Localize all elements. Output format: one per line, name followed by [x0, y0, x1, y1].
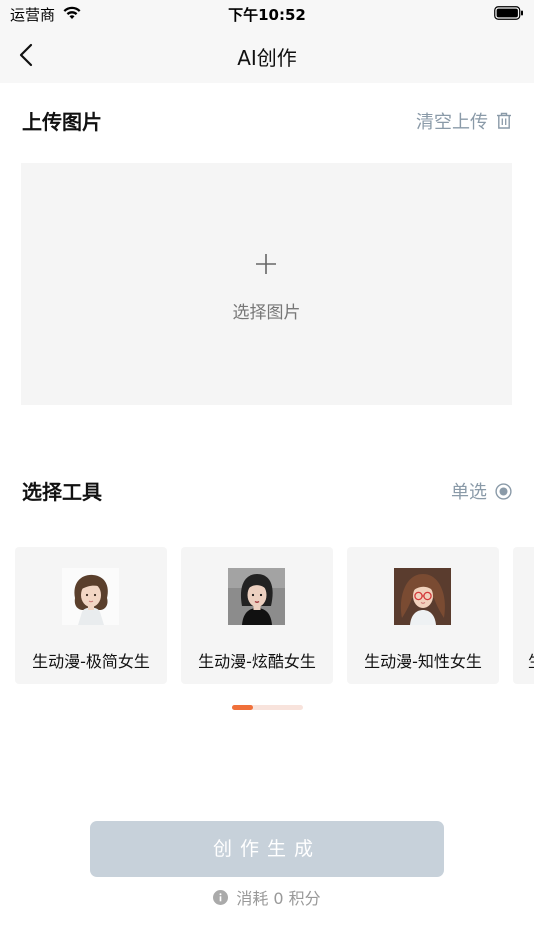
tool-card-intellectual-girl[interactable]: 生动漫-知性女生 — [347, 547, 499, 684]
navigation-bar: AI创作 — [0, 28, 534, 83]
anime-girl-cool-thumbnail — [228, 568, 285, 625]
create-generate-button[interactable]: 创作生成 — [90, 821, 444, 877]
select-image-label: 选择图片 — [232, 303, 301, 323]
tool-label: 生动漫-极简女生 — [32, 652, 150, 671]
upload-section-title: 上传图片 — [22, 110, 102, 134]
tools-section-title: 选择工具 — [22, 480, 102, 504]
status-bar: 运营商 下午10:52 — [0, 0, 534, 28]
trash-icon — [497, 112, 511, 129]
carousel-indicator-thumb — [232, 705, 253, 710]
tool-card-cool-girl[interactable]: 生动漫-炫酷女生 — [181, 547, 333, 684]
battery-icon — [494, 6, 523, 20]
clear-upload-button[interactable]: 清空上传 — [416, 108, 512, 134]
tools-section-header: 选择工具 单选 — [22, 476, 512, 506]
info-icon — [213, 889, 229, 905]
radio-selected-icon — [495, 482, 512, 500]
tool-card-minimal-girl[interactable]: 生动漫-极简女生 — [15, 547, 167, 684]
image-upload-area[interactable] — [21, 163, 512, 405]
plus-icon — [256, 254, 276, 274]
upload-section-header: 上传图片 清空上传 — [22, 106, 512, 136]
single-select-toggle[interactable]: 单选 — [451, 478, 512, 504]
anime-girl-intellectual-thumbnail — [394, 568, 451, 625]
clock-time: 下午10:52 — [228, 6, 306, 24]
points-cost-text: 消耗 0 积分 — [236, 889, 321, 908]
tool-label: 生 — [528, 648, 534, 672]
clear-upload-label: 清空上传 — [416, 112, 488, 133]
page-title: AI创作 — [237, 46, 297, 70]
tool-label: 生动漫-炫酷女生 — [198, 652, 316, 671]
anime-girl-minimal-thumbnail — [62, 568, 119, 625]
points-cost-row: 消耗 0 积分 — [0, 885, 534, 909]
tool-card-partial[interactable]: 生 — [513, 547, 534, 684]
tool-label: 生动漫-知性女生 — [364, 652, 482, 671]
single-select-label: 单选 — [451, 482, 487, 503]
